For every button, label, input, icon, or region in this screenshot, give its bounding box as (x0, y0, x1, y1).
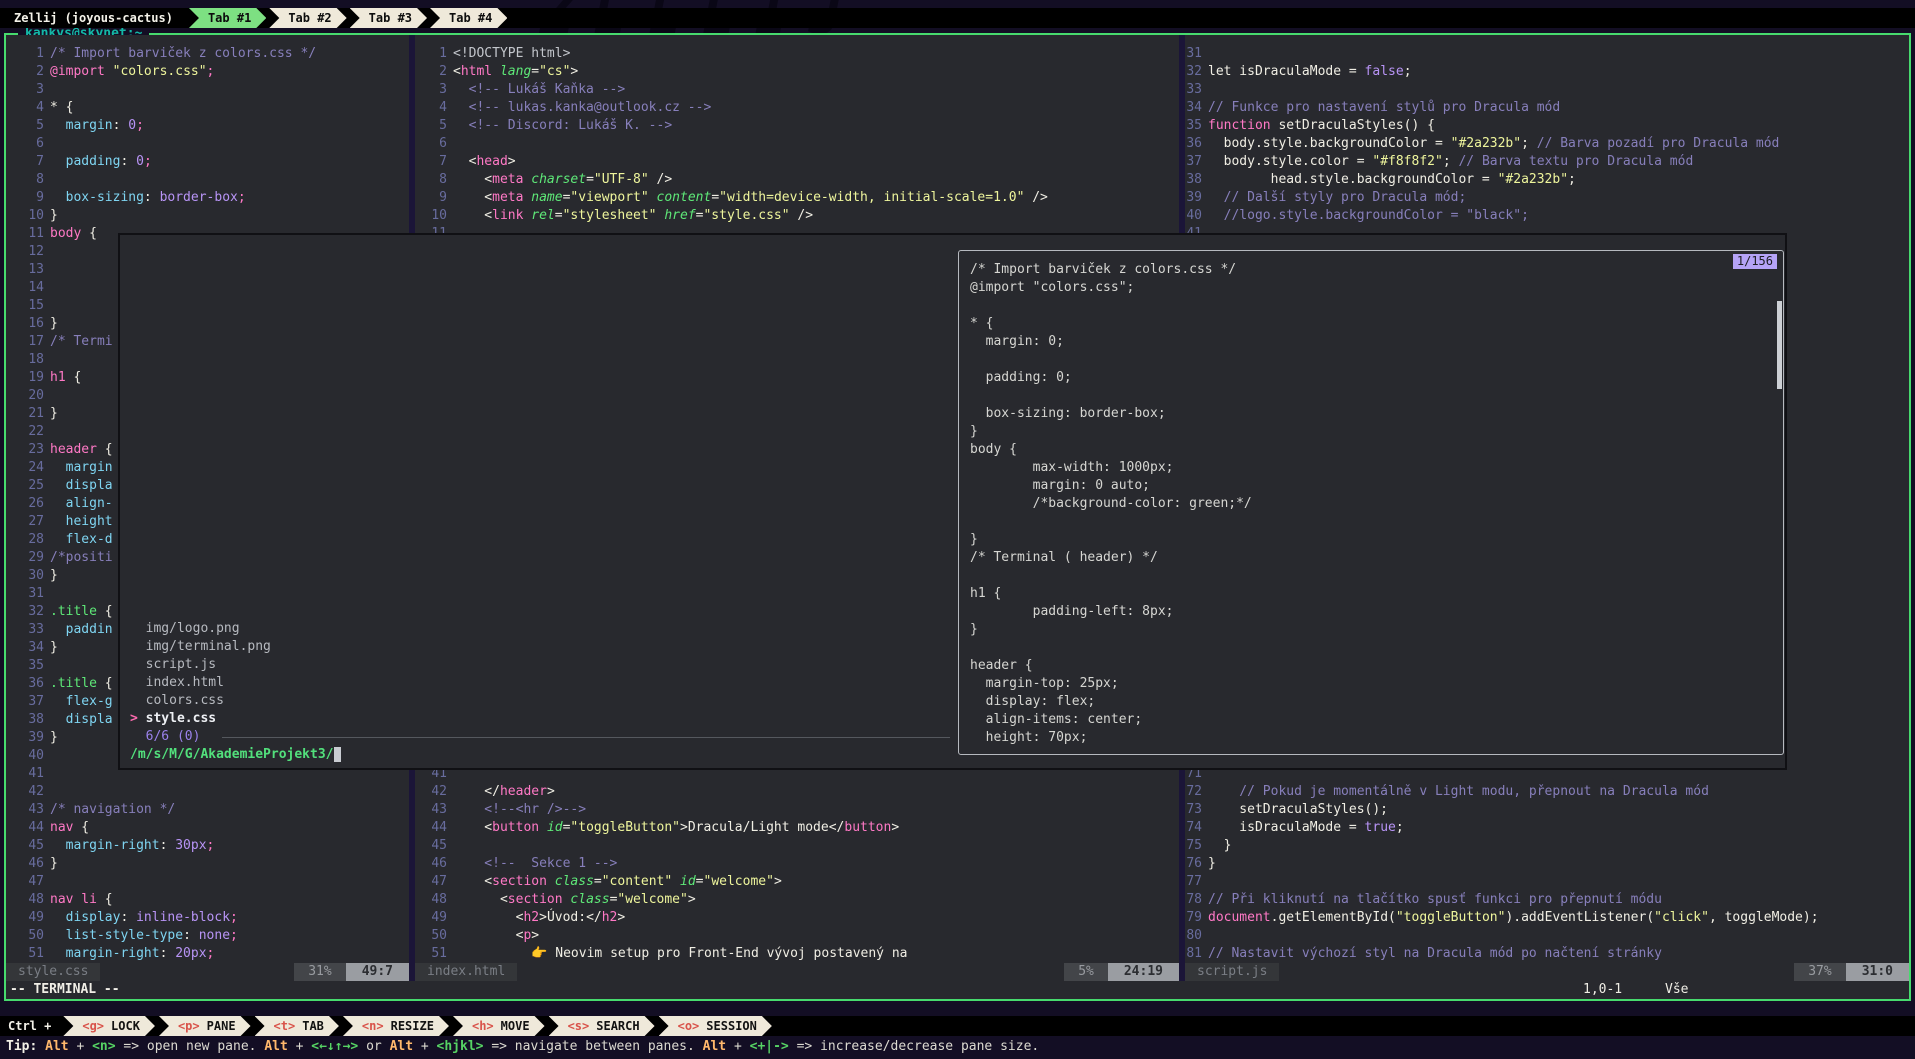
tab-3[interactable]: Tab #3 (350, 8, 427, 28)
key-g: <g> (82, 1019, 104, 1033)
tab-1[interactable]: Tab #1 (189, 8, 266, 28)
statusline-position: 24:19 (1108, 963, 1179, 981)
statusline-filename: style.css (6, 963, 100, 981)
keybar-hint-search: <s>SEARCH (549, 1016, 655, 1036)
finder-separator-line (222, 737, 950, 738)
preview-scrollbar[interactable] (1777, 301, 1782, 389)
statusline-percent: 5% (1064, 963, 1108, 981)
keybind-prefix: Ctrl + (0, 1016, 63, 1036)
tip-line: Tip: Alt + <n> => open new pane. Alt + <… (6, 1038, 1039, 1056)
session-name: Zellij (joyous-cactus) (0, 8, 189, 28)
statusline-spacer (100, 963, 294, 981)
file-result-list[interactable]: img/logo.png img/terminal.png script.js … (130, 620, 341, 764)
file-preview-pane: /* Import barviček z colors.css */@impor… (958, 250, 1784, 755)
cursor-ruler: 1,0-1 (1583, 981, 1622, 999)
preview-code: /* Import barviček z colors.css */@impor… (970, 261, 1775, 747)
terminal-content[interactable]: 1/* Import barviček z colors.css */2@imp… (6, 35, 1909, 999)
keybar-hint-tab: <t>TAB (255, 1016, 339, 1036)
keybar-hint-session: <o>SESSION (659, 1016, 772, 1036)
statusline-spacer (517, 963, 1064, 981)
key-p: <p> (178, 1019, 200, 1033)
statusline-script-js: script.js 37% 31:0 (1185, 963, 1909, 981)
statusline-filename: index.html (415, 963, 517, 981)
statusline-percent: 31% (294, 963, 345, 981)
tab-2[interactable]: Tab #2 (269, 8, 346, 28)
tab-4[interactable]: Tab #4 (430, 8, 507, 28)
zellij-tab-bar: Zellij (joyous-cactus) Tab #1 Tab #2 Tab… (0, 8, 1915, 28)
keybar-hint-lock: <g>LOCK (63, 1016, 155, 1036)
mode-indicator: -- TERMINAL -- (10, 981, 120, 999)
statusline-position: 31:0 (1846, 963, 1909, 981)
statusline-filename: script.js (1185, 963, 1279, 981)
keybar-hint-pane: <p>PANE (159, 1016, 251, 1036)
statusline-index-html: index.html 5% 24:19 (415, 963, 1179, 981)
match-counter-badge: 1/156 (1733, 254, 1777, 269)
key-s: <s> (568, 1019, 590, 1033)
zellij-keybind-bar: Ctrl + <g>LOCK <p>PANE <t>TAB <n>RESIZE … (0, 1016, 1915, 1036)
key-o: <o> (678, 1019, 700, 1033)
statusline-percent: 37% (1794, 963, 1845, 981)
key-h: <h> (472, 1019, 494, 1033)
file-finder-popup[interactable]: img/logo.png img/terminal.png script.js … (118, 233, 1787, 770)
key-n: <n> (362, 1019, 384, 1033)
statusline-style-css: style.css 31% 49:7 (6, 963, 409, 981)
focused-pane-frame: kankys@skynet:~ 1/* Import barviček z co… (4, 33, 1911, 1001)
key-t: <t> (274, 1019, 296, 1033)
scroll-position-label: Vše (1665, 981, 1688, 999)
keybar-hint-move: <h>MOVE (453, 1016, 545, 1036)
statusline-position: 49:7 (346, 963, 409, 981)
vim-mode-row: -- TERMINAL -- 1,0-1 Vše (6, 981, 1909, 999)
zellij-screen: ZELLIJ Zellij (joyous-cactus) Tab #1 Tab… (0, 0, 1915, 1059)
statusline-spacer (1279, 963, 1794, 981)
keybar-hint-resize: <n>RESIZE (343, 1016, 449, 1036)
